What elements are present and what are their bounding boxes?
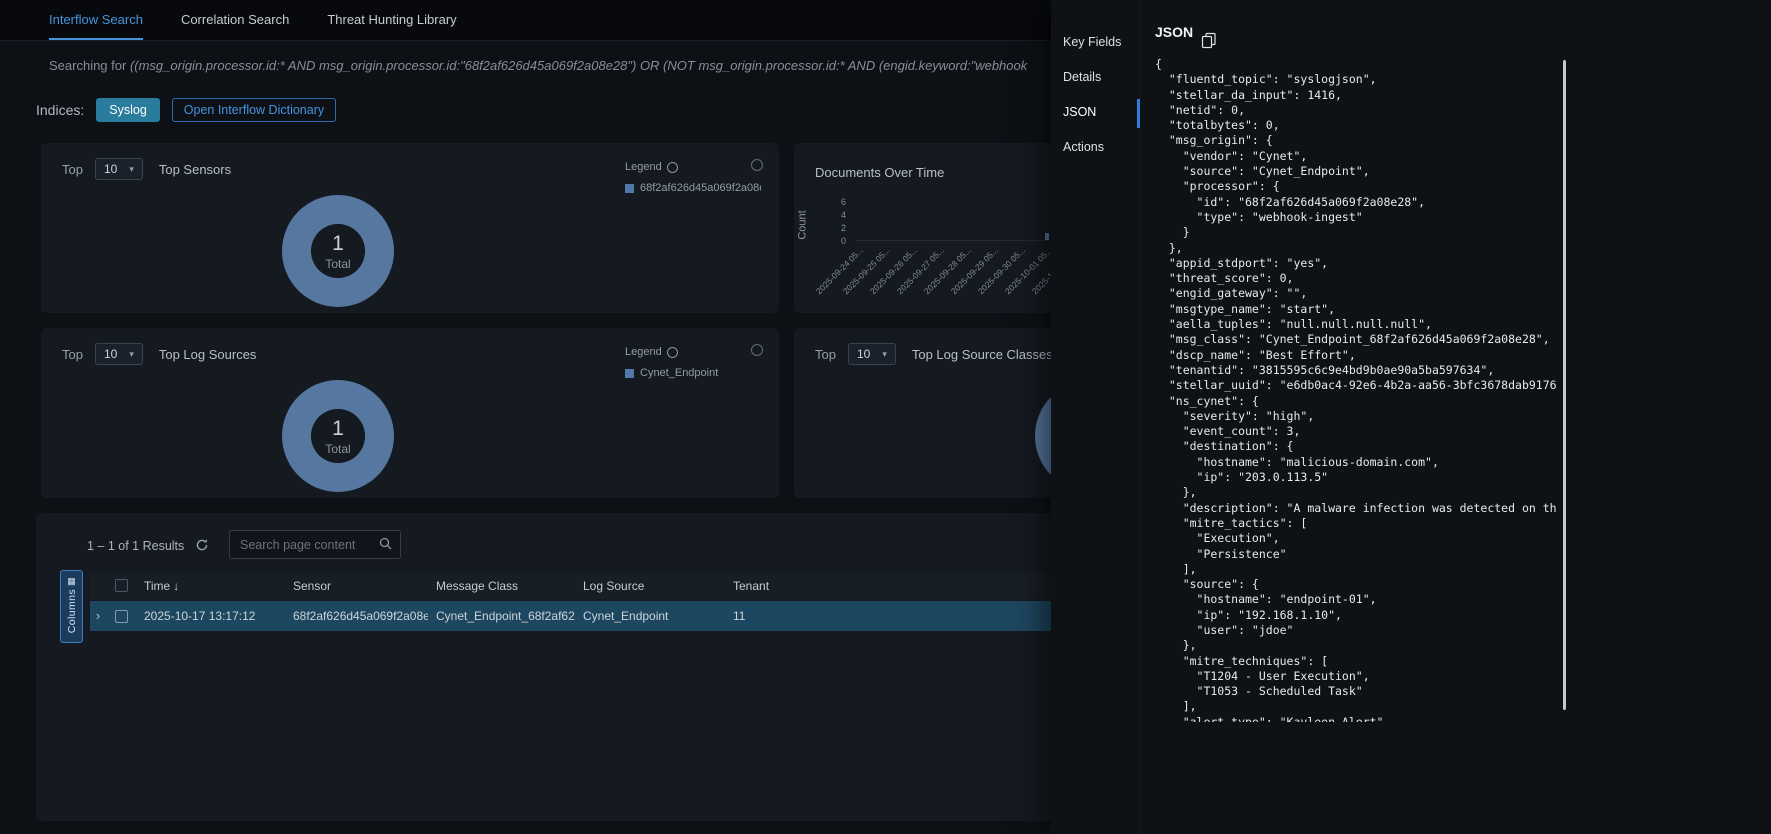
row-expander-cell: › — [90, 609, 106, 623]
tab-interflow-search[interactable]: Interflow Search — [49, 0, 143, 40]
row-checkbox[interactable] — [115, 610, 128, 623]
json-section-title: JSON — [1155, 24, 1193, 40]
top-count-value: 10 — [104, 347, 117, 361]
cell-log-source: Cynet_Endpoint — [575, 609, 725, 623]
y-axis-tick-label: 0 — [818, 235, 846, 248]
detail-nav: Key Fields Details JSON Actions — [1051, 0, 1140, 834]
panel-radio-icon[interactable] — [751, 159, 763, 171]
sort-desc-icon: ↓ — [173, 579, 179, 593]
legend-item-label: Cynet_Endpoint — [640, 367, 718, 379]
legend-item[interactable]: 68f2af626d45a069f2a08e28 — [625, 182, 761, 194]
y-axis-ticks: 6 4 2 0 — [818, 196, 846, 248]
top-sensors-header: Top 10 ▾ Top Sensors — [62, 158, 231, 180]
legend-toggle[interactable]: Legend — [625, 161, 761, 173]
search-page-content-input[interactable] — [229, 530, 401, 559]
chevron-down-icon: ▾ — [129, 349, 134, 360]
cell-message-class: Cynet_Endpoint_68f2af626d45a069f2a08e28 — [428, 609, 575, 623]
grid-icon: ▦ — [67, 576, 76, 586]
tab-threat-hunting-library[interactable]: Threat Hunting Library — [327, 0, 456, 40]
indices-label: Indices: — [36, 102, 84, 118]
top-count-value: 10 — [104, 162, 117, 176]
chevron-down-icon: ▾ — [882, 349, 887, 360]
documents-over-time-title: Documents Over Time — [815, 165, 944, 180]
top-label: Top — [62, 162, 83, 177]
copy-icon[interactable] — [1201, 32, 1217, 54]
column-header-sensor[interactable]: Sensor — [285, 579, 428, 593]
detail-nav-json[interactable]: JSON — [1051, 96, 1139, 131]
cell-time: 2025-10-17 13:17:12 — [136, 609, 285, 623]
top-sensors-title: Top Sensors — [159, 162, 231, 177]
donut-total-label: Total — [325, 257, 350, 271]
json-content[interactable]: { "fluentd_topic": "syslogjson", "stella… — [1155, 57, 1563, 722]
donut-total-value: 1 — [332, 232, 344, 256]
search-summary-prefix: Searching for — [49, 58, 130, 73]
legend-swatch — [625, 184, 634, 193]
search-summary: Searching for ((msg_origin.processor.id:… — [49, 58, 1027, 73]
app-screen: Interflow Search Correlation Search Thre… — [0, 0, 1771, 834]
detail-nav-actions[interactable]: Actions — [1051, 131, 1139, 166]
refresh-icon[interactable] — [195, 538, 209, 557]
top-count-select[interactable]: 10 ▾ — [95, 158, 143, 180]
top-sensors-panel: Top 10 ▾ Top Sensors Legend 68f2af626d45a… — [41, 143, 779, 313]
panel-radio-icon[interactable] — [751, 344, 763, 356]
top-log-sources-title: Top Log Sources — [159, 347, 257, 362]
open-interflow-dictionary-button[interactable]: Open Interflow Dictionary — [172, 98, 336, 122]
column-header-message-class[interactable]: Message Class — [428, 579, 575, 593]
y-axis-label: Count — [797, 210, 809, 239]
select-all-checkbox[interactable] — [115, 579, 128, 592]
chevron-down-icon: ▾ — [129, 164, 134, 175]
record-detail-panel: Key Fields Details JSON Actions JSON { "… — [1051, 0, 1771, 834]
columns-button[interactable]: ▦ Columns — [60, 570, 83, 643]
top-count-select[interactable]: 10 ▾ — [95, 343, 143, 365]
legend-info-icon — [667, 162, 678, 173]
top-sensors-legend: Legend 68f2af626d45a069f2a08e28 — [625, 161, 761, 194]
histogram-bar — [1045, 233, 1049, 241]
legend-label: Legend — [625, 346, 662, 358]
top-count-value: 10 — [857, 347, 870, 361]
time-header-label: Time — [144, 579, 170, 593]
y-axis-tick-label: 6 — [818, 196, 846, 209]
donut-total-value: 1 — [332, 417, 344, 441]
detail-nav-key-fields[interactable]: Key Fields — [1051, 26, 1139, 61]
top-log-sources-legend: Legend Cynet_Endpoint — [625, 346, 761, 379]
top-log-sources-header: Top 10 ▾ Top Log Sources — [62, 343, 256, 365]
expand-row-icon[interactable]: › — [96, 608, 100, 623]
donut-total-label: Total — [325, 442, 350, 456]
top-log-source-classes-header: Top 10 ▾ Top Log Source Classes — [815, 343, 1053, 365]
json-scrollbar[interactable] — [1563, 60, 1566, 710]
detail-nav-details[interactable]: Details — [1051, 61, 1139, 96]
legend-info-icon — [667, 347, 678, 358]
legend-label: Legend — [625, 161, 662, 173]
top-log-sources-donut-chart[interactable]: 1 Total — [282, 380, 394, 492]
legend-swatch — [625, 369, 634, 378]
column-header-log-source[interactable]: Log Source — [575, 579, 725, 593]
cell-sensor: 68f2af626d45a069f2a08e28 — [285, 609, 428, 623]
top-sensors-donut-chart[interactable]: 1 Total — [282, 195, 394, 307]
select-all-cell — [106, 579, 136, 592]
indices-row: Indices: Syslog Open Interflow Dictionar… — [36, 98, 336, 122]
columns-button-label: Columns — [66, 589, 78, 633]
results-count: 1 – 1 of 1 Results — [87, 539, 184, 553]
index-syslog-button[interactable]: Syslog — [96, 98, 160, 122]
tab-correlation-search[interactable]: Correlation Search — [181, 0, 289, 40]
y-axis-tick-label: 2 — [818, 222, 846, 235]
top-log-source-classes-title: Top Log Source Classes — [912, 347, 1053, 362]
top-log-sources-panel: Top 10 ▾ Top Log Sources Legend Cynet_End… — [41, 328, 779, 498]
y-axis-tick-label: 4 — [818, 209, 846, 222]
top-label: Top — [815, 347, 836, 362]
top-label: Top — [62, 347, 83, 362]
top-count-select[interactable]: 10 ▾ — [848, 343, 896, 365]
legend-item[interactable]: Cynet_Endpoint — [625, 367, 761, 379]
legend-item-label: 68f2af626d45a069f2a08e28 — [640, 182, 761, 194]
search-query-text: ((msg_origin.processor.id:* AND msg_orig… — [130, 58, 1027, 73]
row-select-cell — [106, 610, 136, 623]
legend-toggle[interactable]: Legend — [625, 346, 761, 358]
column-header-time[interactable]: Time↓ — [136, 579, 285, 593]
